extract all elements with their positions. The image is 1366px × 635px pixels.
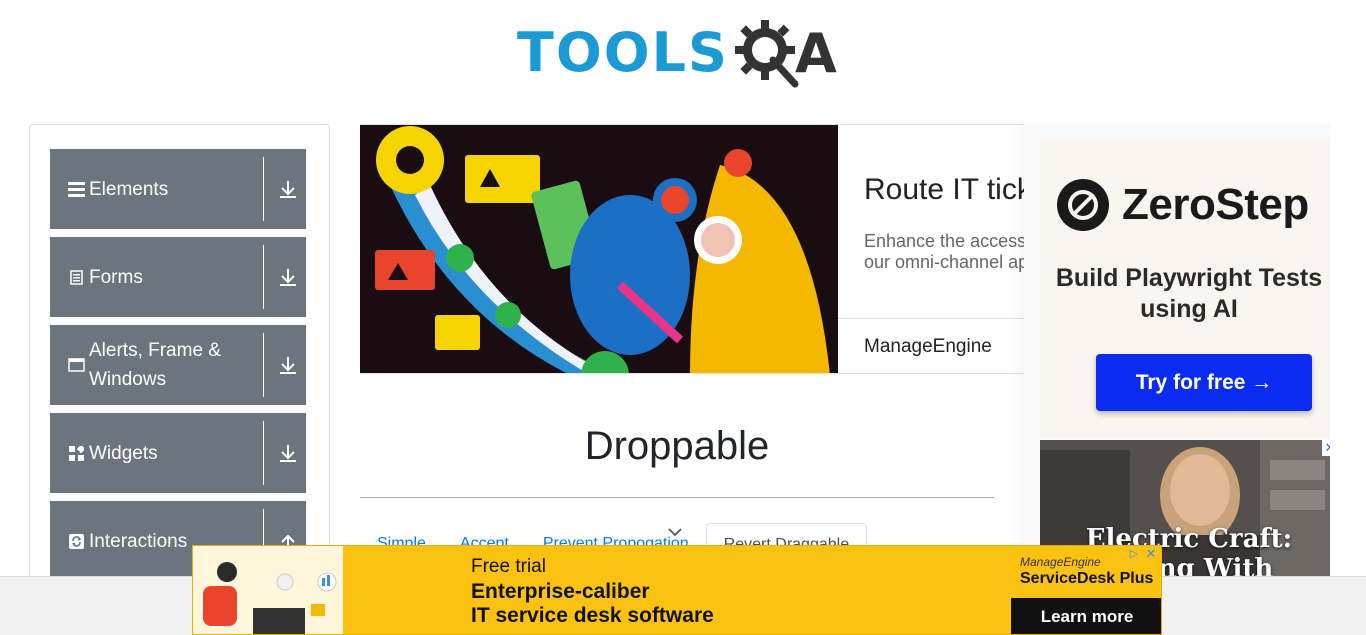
divider bbox=[838, 318, 1039, 319]
close-icon[interactable]: ✕ bbox=[1322, 440, 1330, 456]
sidebar-group-label: Alerts, Frame & Windows bbox=[89, 340, 221, 390]
logo-text: TOOLS bbox=[517, 21, 729, 84]
logo-gear-q-icon bbox=[733, 16, 801, 90]
divider bbox=[263, 245, 264, 309]
close-icon[interactable]: ✕ bbox=[1144, 547, 1158, 561]
widgets-grid-icon bbox=[67, 444, 85, 462]
chevron-down-icon[interactable] bbox=[668, 527, 682, 537]
ad-illustration bbox=[360, 125, 838, 373]
top-ad-banner[interactable]: Route IT tick Enhance the access our omn… bbox=[360, 124, 1040, 374]
divider bbox=[263, 333, 264, 397]
divider bbox=[360, 497, 994, 498]
bottom-ad-headline-line2: IT service desk software bbox=[471, 604, 714, 627]
download-arrow-icon[interactable] bbox=[278, 443, 298, 463]
zerostep-logo: ZeroStep bbox=[1056, 178, 1309, 232]
sidebar-group-label: Elements bbox=[89, 178, 169, 200]
bottom-ad-illustration bbox=[193, 546, 343, 634]
bottom-ad-headline: Enterprise-caliber IT service desk softw… bbox=[471, 580, 714, 628]
divider bbox=[263, 421, 264, 485]
sidebar-group-label: Forms bbox=[89, 266, 143, 288]
zerostep-ad[interactable]: ZeroStep Build Playwright Tests using AI… bbox=[1040, 140, 1330, 438]
bottom-ad-trial: Free trial bbox=[471, 556, 546, 577]
bottom-ad-headline-line1: Enterprise-caliber bbox=[471, 580, 650, 603]
sidebar-group-elements[interactable]: Elements bbox=[50, 149, 306, 229]
window-icon bbox=[67, 356, 85, 374]
sidebar-group-label: Widgets bbox=[89, 442, 158, 464]
zerostep-tagline: Build Playwright Tests using AI bbox=[1055, 264, 1323, 323]
sidebar-group-widgets[interactable]: Widgets bbox=[50, 413, 306, 493]
download-arrow-icon[interactable] bbox=[278, 355, 298, 375]
page: TOOLS A Elements Forms Alerts, Frame & W… bbox=[0, 0, 1366, 635]
download-arrow-icon[interactable] bbox=[278, 179, 298, 199]
bottom-ad-product: ServiceDesk Plus bbox=[1020, 570, 1154, 587]
learn-more-button[interactable]: Learn more bbox=[1011, 598, 1161, 634]
logo-a: A bbox=[794, 21, 837, 85]
zerostep-name: ZeroStep bbox=[1122, 180, 1309, 229]
bottom-ad-brand: ManageEngine bbox=[1020, 555, 1101, 569]
hamburger-icon bbox=[67, 180, 85, 198]
sidebar-group-alerts[interactable]: Alerts, Frame & Windows bbox=[50, 325, 306, 405]
document-icon bbox=[67, 268, 85, 286]
divider bbox=[263, 157, 264, 221]
bottom-ad[interactable]: Free trial Enterprise-caliber IT service… bbox=[192, 545, 1162, 635]
adchoices-icon[interactable]: ▷ bbox=[1127, 547, 1141, 561]
sidebar-group-forms[interactable]: Forms bbox=[50, 237, 306, 317]
toolsqa-logo[interactable]: TOOLS A bbox=[517, 14, 837, 92]
side-ad[interactable]: ZeroStep Build Playwright Tests using AI… bbox=[1024, 124, 1330, 584]
download-arrow-icon[interactable] bbox=[278, 267, 298, 287]
try-for-free-button[interactable]: Try for free → bbox=[1096, 354, 1312, 411]
ad-description: Enhance the access our omni-channel ap bbox=[864, 231, 1029, 272]
ad-title[interactable]: Route IT tick bbox=[864, 173, 1032, 207]
zerostep-logo-icon bbox=[1057, 179, 1109, 231]
page-title: Droppable bbox=[584, 424, 770, 468]
refresh-icon bbox=[67, 532, 85, 550]
ad-brand[interactable]: ManageEngine bbox=[864, 336, 992, 358]
